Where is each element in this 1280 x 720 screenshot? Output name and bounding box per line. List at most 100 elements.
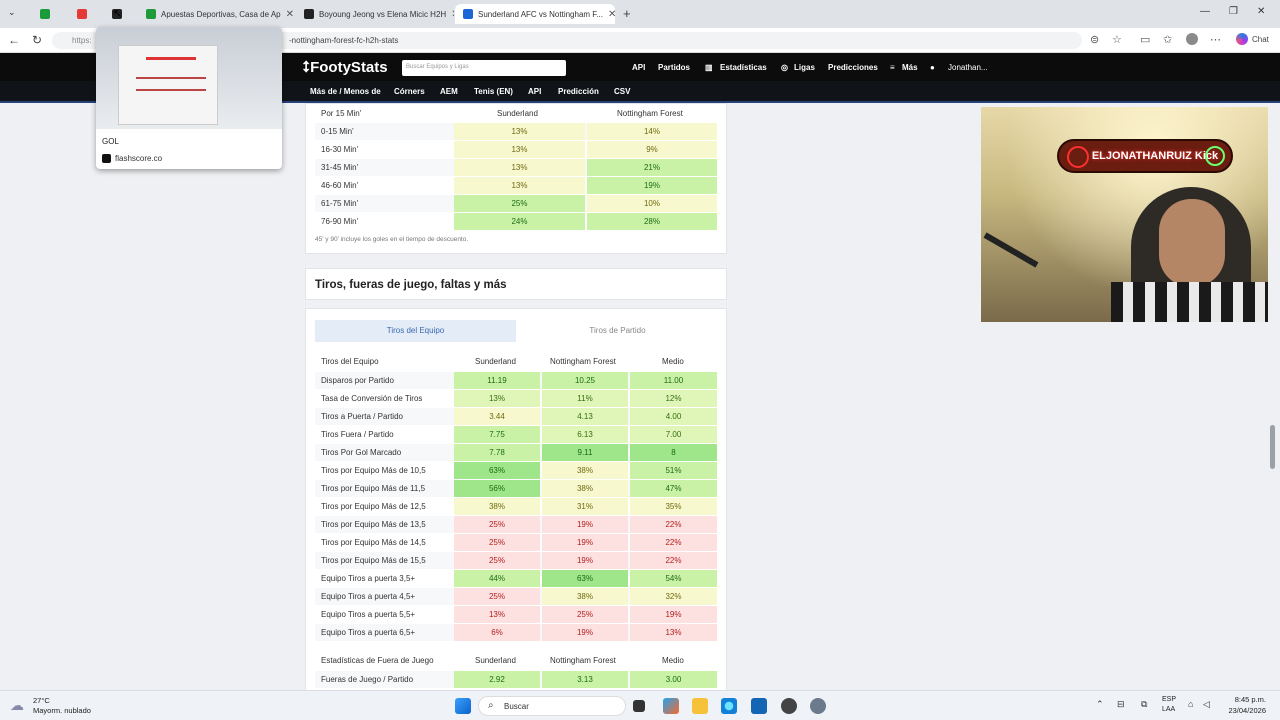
network-icon[interactable]: ⌂ xyxy=(1188,699,1193,709)
menu-ligas[interactable]: Ligas xyxy=(794,63,815,72)
mouse-cursor-icon: ↖ xyxy=(113,8,123,20)
value-cell-b: 21% xyxy=(587,159,717,176)
tray-app-icon[interactable]: ⊟ xyxy=(1117,699,1125,710)
row-label: Disparos por Partido xyxy=(321,376,394,385)
pinned-tab-icon[interactable] xyxy=(77,9,87,19)
obs-icon[interactable] xyxy=(781,698,797,714)
row-label: Equipo Tiros a puerta 4,5+ xyxy=(321,592,416,601)
value-cell-nottingham: 38% xyxy=(542,588,628,605)
close-window-icon[interactable]: ✕ xyxy=(1257,6,1265,17)
weather-temp[interactable]: 27°C xyxy=(33,696,50,705)
value-cell-nottingham: 38% xyxy=(542,462,628,479)
task-view-icon[interactable] xyxy=(633,700,645,712)
close-icon[interactable]: ✕ xyxy=(286,9,294,20)
webcam-overlay: ELJONATHANRUIZ Kick xyxy=(981,107,1268,322)
value-cell-average: 13% xyxy=(630,624,717,641)
value-cell-average: 4.00 xyxy=(630,408,717,425)
extensions-icon[interactable]: ▭ xyxy=(1140,33,1150,46)
clock-time[interactable]: 8:45 p.m. xyxy=(1206,695,1266,704)
row-label: Tiros por Equipo Más de 11,5 xyxy=(321,484,426,493)
subnav-prediccion[interactable]: Predicción xyxy=(558,87,599,96)
clock-date[interactable]: 23/04/2026 xyxy=(1206,706,1266,715)
avatar[interactable] xyxy=(1186,33,1198,45)
copilot-icon[interactable] xyxy=(1236,33,1248,45)
value-cell-average: 22% xyxy=(630,516,717,533)
value-cell-a: 13% xyxy=(454,159,585,176)
subnav-mas-menos[interactable]: Más de / Menos de xyxy=(310,87,381,96)
value-cell-b: 9% xyxy=(587,141,717,158)
new-tab-icon[interactable]: + xyxy=(623,6,631,21)
value-cell-a: 13% xyxy=(454,141,585,158)
file-explorer-icon[interactable] xyxy=(692,698,708,714)
value-cell-average: 7.00 xyxy=(630,426,717,443)
tab-apuestas[interactable]: Apuestas Deportivas, Casa de Ap ✕ xyxy=(138,4,294,24)
subnav-api[interactable]: API xyxy=(528,87,541,96)
region-indicator: LAA xyxy=(1162,706,1176,713)
table-row: Tiros por Equipo Más de 12,5 38% 31% 35% xyxy=(315,498,717,515)
more-icon[interactable]: ⋯ xyxy=(1210,33,1221,46)
copilot-app-icon[interactable] xyxy=(663,698,679,714)
favorites-icon[interactable]: ✩ xyxy=(1163,33,1172,46)
menu-api[interactable]: API xyxy=(632,63,645,72)
subnav-csv[interactable]: CSV xyxy=(614,87,630,96)
site-search-input[interactable]: Buscar Equipos y Ligas xyxy=(402,60,566,76)
menu-mas[interactable]: Más xyxy=(902,63,918,72)
value-cell-sunderland: 11.19 xyxy=(454,372,540,389)
menu-user[interactable]: Jonathan... xyxy=(948,63,988,72)
tab-tiros-partido[interactable]: Tiros de Partido xyxy=(517,320,718,342)
tab-list-icon[interactable]: ⌄ xyxy=(8,7,16,18)
row-label: Tiros por Equipo Más de 13,5 xyxy=(321,520,426,529)
table-row: 0-15 Min' 13% 14% xyxy=(315,123,717,140)
subnav-corners[interactable]: Córners xyxy=(394,87,425,96)
tab-tiros-equipo[interactable]: Tiros del Equipo xyxy=(315,320,516,342)
value-cell-nottingham: 63% xyxy=(542,570,628,587)
language-indicator[interactable]: ESP xyxy=(1162,696,1176,703)
store-icon[interactable] xyxy=(751,698,767,714)
close-icon[interactable]: ✕ xyxy=(451,9,454,20)
windows-taskbar: ☁ 27°C Mayorm. nublado ⌕ Buscar ⌃ ⊟ ⧉ ES… xyxy=(0,690,1280,720)
header-average: Medio xyxy=(662,656,684,665)
menu-predicciones[interactable]: Predicciones xyxy=(828,63,878,72)
site-logo[interactable]: ⭥FootyStats xyxy=(302,59,388,76)
maximize-icon[interactable]: ❐ xyxy=(1229,6,1238,17)
globe-icon: ◎ xyxy=(781,63,788,72)
subnav-tenis[interactable]: Tenis (EN) xyxy=(474,87,513,96)
edge-icon[interactable] xyxy=(721,698,737,714)
tray-chevron-icon[interactable]: ⌃ xyxy=(1096,699,1104,710)
tray-app-icon[interactable]: ⧉ xyxy=(1141,699,1147,710)
menu-partidos[interactable]: Partidos xyxy=(658,63,690,72)
close-icon[interactable]: ✕ xyxy=(608,9,615,20)
back-icon[interactable]: ← xyxy=(8,33,20,47)
value-cell-sunderland: 25% xyxy=(454,588,540,605)
settings-icon[interactable] xyxy=(810,698,826,714)
table-row: 31-45 Min' 13% 21% xyxy=(315,159,717,176)
pinned-tab-icon[interactable] xyxy=(40,9,50,19)
tab-boyoung[interactable]: Boyoung Jeong vs Elena Micic H2H ✕ xyxy=(296,4,454,24)
taskbar-search-label: Buscar xyxy=(504,702,529,711)
value-cell-sunderland: 13% xyxy=(454,390,540,407)
value-cell-sunderland: 25% xyxy=(454,552,540,569)
value-cell-sunderland: 7.75 xyxy=(454,426,540,443)
page-thumbnail xyxy=(96,27,282,129)
weather-desc[interactable]: Mayorm. nublado xyxy=(33,706,91,715)
subnav-aem[interactable]: AEM xyxy=(440,87,458,96)
translate-icon[interactable]: ⊜ xyxy=(1090,33,1099,46)
page-scrollbar[interactable] xyxy=(1270,425,1275,469)
minimize-icon[interactable]: — xyxy=(1200,6,1210,17)
start-icon[interactable] xyxy=(455,698,471,714)
tab-sunderland[interactable]: Sunderland AFC vs Nottingham F... ✕ xyxy=(455,4,615,24)
value-cell-sunderland: 56% xyxy=(454,480,540,497)
tab-preview-popup[interactable]: GOL flashscore.co xyxy=(96,27,282,169)
reload-icon[interactable]: ↻ xyxy=(32,33,42,47)
header-team-a: Sunderland xyxy=(497,109,538,118)
bookmark-star-icon[interactable]: ☆ xyxy=(1112,33,1122,46)
value-cell-sunderland: 25% xyxy=(454,516,540,533)
weather-icon: ☁ xyxy=(10,697,24,713)
url-prefix: https: xyxy=(72,36,92,45)
value-cell-average: 51% xyxy=(630,462,717,479)
menu-estadisticas[interactable]: Estadísticas xyxy=(720,63,767,72)
value-cell-average: 35% xyxy=(630,498,717,515)
value-cell-nottingham: 11% xyxy=(542,390,628,407)
chat-label[interactable]: Chat xyxy=(1252,35,1269,44)
taskbar-search[interactable]: ⌕ Buscar xyxy=(478,696,626,716)
